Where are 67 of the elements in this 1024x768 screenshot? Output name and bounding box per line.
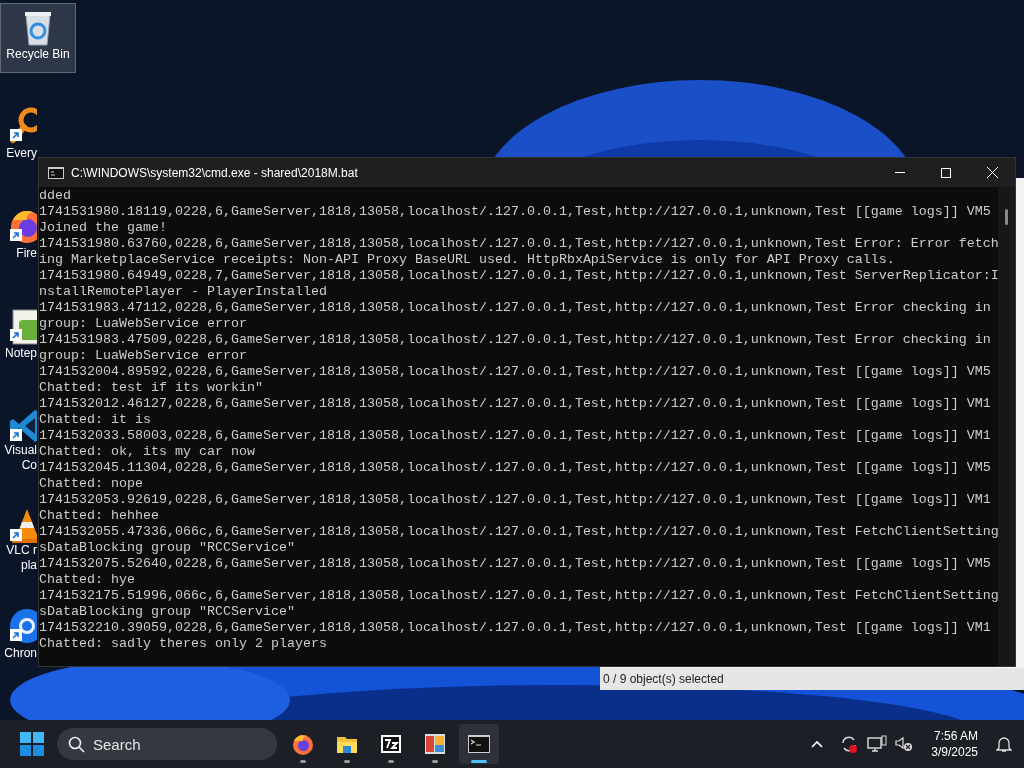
console-line: Chatted: sadly theres only 2 players xyxy=(39,636,327,652)
icon-label: pla xyxy=(21,558,37,573)
console-line: Chatted: hye xyxy=(39,572,135,588)
console-line: 1741531980.18119,0228,6,GameServer,1818,13058,localhost/.127.0.0.1,Test,http://127.0.0.1,unknown,Test [[game logs]] VM5 xyxy=(39,204,991,220)
console-line: 1741531980.64949,0228,7,GameServer,1818,13058,localhost/.127.0.0.1,Test,http://127.0.0.1,unknown,Test ServerReplicator:I xyxy=(39,268,998,284)
icon-label: Every xyxy=(6,146,37,161)
console-line: nstallRemotePlayer - PlayerInstalled xyxy=(39,284,327,300)
console-line: 1741532210.39059,0228,6,GameServer,1818,13058,localhost/.127.0.0.1,Test,http://127.0.0.1,unknown,Test [[game logs]] VM1 xyxy=(39,620,991,636)
notification-bell-icon[interactable] xyxy=(996,735,1012,753)
window-title: C:\WINDOWS\system32\cmd.exe - shared\2018M.bat xyxy=(71,164,358,182)
shortcut-arrow-icon xyxy=(10,329,22,341)
console-line: 1741531983.47112,0228,6,GameServer,1818,13058,localhost/.127.0.0.1,Test,http://127.0.0.1,unknown,Test Error checking in xyxy=(39,300,991,316)
icon-label: VLC r xyxy=(6,543,37,558)
console-line: 1741532033.58003,0228,6,GameServer,1818,13058,localhost/.127.0.0.1,Test,http://127.0.0.1,unknown,Test [[game logs]] VM1 xyxy=(39,428,991,444)
console-line: Chatted: hehhee xyxy=(39,508,159,524)
scrollbar[interactable] xyxy=(998,187,1015,666)
icon-label: Co xyxy=(21,458,37,473)
sync-icon[interactable] xyxy=(839,734,860,754)
icon-label: Chron xyxy=(4,646,37,661)
browser-icon xyxy=(291,732,315,756)
console-line: 1741531983.47509,0228,6,GameServer,1818,13058,localhost/.127.0.0.1,Test,http://127.0.0.1,unknown,Test Error checking in xyxy=(39,332,991,348)
icon-label: Notep xyxy=(4,346,37,361)
console-line: Chatted: nope xyxy=(39,476,143,492)
minimize-icon xyxy=(895,172,905,173)
console-line: 1741532053.92619,0228,6,GameServer,1818,13058,localhost/.127.0.0.1,Test,http://127.0.0.1,unknown,Test [[game logs]] VM1 xyxy=(39,492,991,508)
console-line: Chatted: test if its workin" xyxy=(39,380,263,396)
console-line: 1741532075.52640,0228,6,GameServer,1818,13058,localhost/.127.0.0.1,Test,http://127.0.0.1,unknown,Test [[game logs]] VM5 xyxy=(39,556,991,572)
console-line: Chatted: it is xyxy=(39,412,151,428)
icon-label: Recycle Bin xyxy=(6,47,70,62)
desktop-icon[interactable]: Every xyxy=(0,103,37,173)
console-line: 1741532004.89592,0228,6,GameServer,1818,13058,localhost/.127.0.0.1,Test,http://127.0.0.1,unknown,Test [[game logs]] VM5 xyxy=(39,364,991,380)
muted-speaker-icon[interactable] xyxy=(895,736,914,752)
shortcut-arrow-icon xyxy=(10,629,22,641)
control-panel-icon xyxy=(423,732,447,756)
close-icon xyxy=(986,167,998,178)
console-line: sDataBlocking group "RCCService" xyxy=(39,604,295,620)
shortcut-arrow-icon xyxy=(10,429,22,441)
network-icon[interactable] xyxy=(867,735,888,753)
console-line: Chatted: ok, its my car now xyxy=(39,444,255,460)
desktop-icon[interactable]: Recycle Bin xyxy=(0,3,76,73)
console-line: 1741531980.63760,0228,6,GameServer,1818,13058,localhost/.127.0.0.1,Test,http://127.0.0.1,unknown,Test Error: Error fetch xyxy=(39,236,998,252)
clock[interactable]: 7:56 AM 3/9/2025 xyxy=(931,728,978,760)
console-line: dded xyxy=(39,188,71,204)
console-line: ing MarketplaceService receipts: Non-API Proxy BaseURL used. HttpRbxApiService is only for API Proxy calls. xyxy=(39,252,895,268)
console-line: 1741532055.47336,066c,6,GameServer,1818,13058,localhost/.127.0.0.1,Test,http://127.0.0.1,unknown,Test FetchClientSetting xyxy=(39,524,998,540)
maximize-icon xyxy=(941,167,951,178)
shortcut-arrow-icon xyxy=(10,229,22,241)
status-text: 0 / 9 object(s) selected xyxy=(603,671,724,688)
icon-label: Visual xyxy=(4,443,37,458)
archive-icon xyxy=(379,732,403,756)
taskbar-app[interactable] xyxy=(459,724,499,764)
shortcut-arrow-icon xyxy=(10,529,22,541)
windows-logo-icon xyxy=(20,732,44,756)
search-field[interactable]: Search xyxy=(57,728,277,760)
console-line: 1741532045.11304,0228,6,GameServer,1818,13058,localhost/.127.0.0.1,Test,http://127.0.0.1,unknown,Test [[game logs]] VM5 xyxy=(39,460,991,476)
console-icon xyxy=(48,166,64,179)
icon-label: Fire xyxy=(16,246,37,261)
console-line: group: LuaWebService error xyxy=(39,316,247,332)
console-line: 1741532175.51996,066c,6,GameServer,1818,13058,localhost/.127.0.0.1,Test,http://127.0.0.1,unknown,Test FetchClientSetting xyxy=(39,588,998,604)
console-line: sDataBlocking group "RCCService" xyxy=(39,540,295,556)
shortcut-arrow-icon xyxy=(10,129,22,141)
console-line: group: LuaWebService error xyxy=(39,348,247,364)
search-icon xyxy=(68,736,85,753)
chevron-up-icon[interactable] xyxy=(811,740,824,748)
terminal-icon xyxy=(467,732,491,756)
console-line: Joined the game! xyxy=(39,220,167,236)
console-line: 1741532012.46127,0228,6,GameServer,1818,13058,localhost/.127.0.0.1,Test,http://127.0.0.1,unknown,Test [[game logs]] VM1 xyxy=(39,396,991,412)
